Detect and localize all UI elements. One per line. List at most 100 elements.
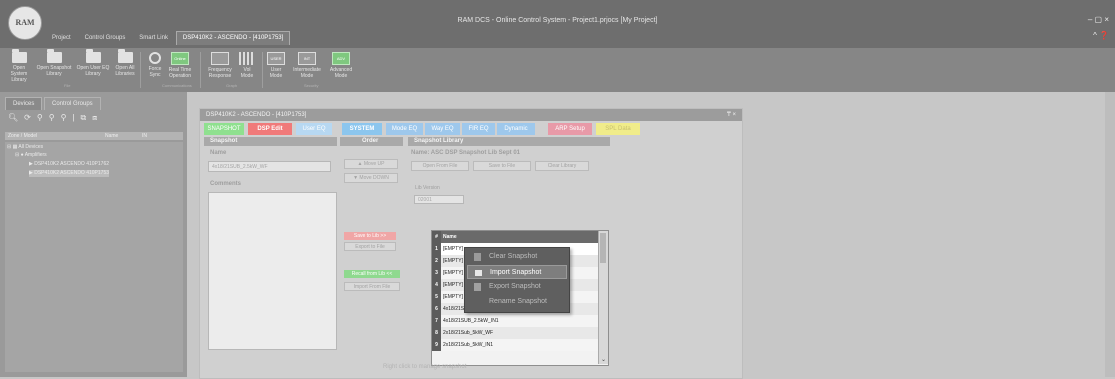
lib-version-label: Lib Version [415, 185, 440, 191]
location-icon[interactable]: ⚲ [37, 113, 43, 122]
tab-snapshot[interactable]: SNAPSHOT [204, 123, 244, 135]
folder-icon [11, 49, 27, 63]
dsp-window-title: DSP410K2 - ASCENDO - [410P1753] [206, 112, 307, 118]
menu-item-clear-snapshot[interactable]: Clear Snapshot [467, 250, 567, 264]
location-icon[interactable]: ⚲ [61, 113, 67, 122]
comments-textarea[interactable] [208, 192, 337, 350]
location-icon[interactable]: ⚲ [49, 113, 55, 122]
group-security-label: Security [304, 83, 319, 88]
devices-toolbar: 🔍︎ ⟳ ⚲ ⚲ ⚲ | ⧉ ⧈ [8, 113, 183, 127]
tree-node-all-devices[interactable]: ⊟ ▦ All Devices [7, 144, 43, 151]
snapshot-name-label: Name [210, 150, 227, 156]
search-icon[interactable]: 🔍︎ [8, 113, 18, 122]
open-user-eq-library-button[interactable]: Open User EQ Library [76, 49, 110, 77]
menu-item-export-snapshot[interactable]: Export Snapshot [467, 280, 567, 294]
table-row[interactable]: 9 2x18/21Sub_5kW_IN1 [432, 339, 598, 351]
user-mode-icon: USER [267, 52, 285, 65]
snapshot-name-field[interactable]: 4x18/21SUB_2.5kW_WF [208, 161, 331, 172]
table-scrollbar[interactable]: ⌄ [598, 231, 608, 364]
menu-tabs: Project Control Groups Smart Link DSP410… [46, 31, 291, 45]
open-all-libraries-button[interactable]: Open All Libraries [112, 49, 138, 77]
dsp-window-controls[interactable]: ₸ × [727, 109, 736, 121]
volume-bars-icon [239, 52, 255, 65]
user-mode-button[interactable]: USER User Mode [266, 52, 286, 79]
tab-fir-eq[interactable]: FIR EQ [462, 123, 495, 135]
tab-dynamic[interactable]: Dynamic [497, 123, 535, 135]
window-controls[interactable]: – ▢ × [1088, 15, 1109, 24]
tab-device[interactable]: DSP410K2 - ASCENDO - [410P1753] [175, 31, 291, 45]
menu-item-import-snapshot[interactable]: Import Snapshot [467, 265, 567, 279]
real-time-operation-button[interactable]: Online Real Time Operation [166, 52, 194, 79]
advanced-mode-button[interactable]: ADV Advanced Mode [328, 52, 354, 79]
tab-spl-data[interactable]: SPL Data [596, 123, 640, 135]
clear-icon [474, 253, 481, 261]
column-number: # [432, 231, 441, 243]
chevron-down-icon[interactable]: ⌄ [599, 356, 608, 363]
open-system-library-button[interactable]: Open System Library [4, 49, 34, 83]
column-name: Name [443, 234, 457, 240]
import-from-file-button[interactable]: Import From File [344, 282, 400, 291]
menu-item-rename-snapshot[interactable]: Rename Snapshot [467, 295, 567, 309]
tab-system[interactable]: SYSTEM [342, 123, 382, 135]
right-scrollbar[interactable] [1105, 92, 1115, 377]
open-snapshot-library-button[interactable]: Open Snapshot Library [36, 49, 72, 77]
recall-from-lib-button[interactable]: Recall from Lib << [344, 270, 400, 278]
move-down-button[interactable]: ▼ Move DOWN [344, 173, 398, 183]
tree-node-amplifiers[interactable]: ⊟ ● Amplifiers [15, 152, 47, 159]
title-bar: RAM RAM DCS - Online Control System - Pr… [0, 0, 1115, 48]
tab-user-eq[interactable]: User EQ [296, 123, 332, 135]
folder-icon [85, 49, 101, 63]
app-title: RAM DCS - Online Control System - Projec… [457, 17, 658, 24]
save-icon [474, 283, 481, 291]
refresh-icon[interactable]: ⟳ [24, 113, 31, 122]
tab-project[interactable]: Project [46, 32, 77, 45]
device-list-header: Zone / Model Name IN [5, 132, 183, 140]
column-name[interactable]: Name [105, 132, 118, 140]
lib-version-field: 02001 [414, 195, 464, 204]
help-controls[interactable]: ^ ❓ [1093, 31, 1109, 40]
advanced-mode-icon: ADV [332, 52, 350, 65]
tree-node-device-selected[interactable]: ▶ DSP410K2 ASCENDO 410P1753 [29, 170, 110, 177]
online-icon: Online [171, 52, 189, 65]
open-from-file-button[interactable]: Open From File [411, 161, 469, 171]
scrollbar-thumb[interactable] [600, 233, 606, 263]
table-header-row: # Name [432, 231, 598, 243]
group-file-label: File [64, 83, 71, 88]
dsp-tab-bar: SNAPSHOT DSP Edit User EQ SYSTEM Mode EQ… [204, 123, 740, 135]
group-communications-label: Communications [162, 83, 192, 88]
dsp-window: DSP410K2 - ASCENDO - [410P1753] ₸ × SNAP… [199, 108, 743, 379]
clear-library-button[interactable]: Clear Library [535, 161, 589, 171]
column-zone-model[interactable]: Zone / Model [8, 132, 37, 140]
tab-dsp-edit[interactable]: DSP Edit [248, 123, 292, 135]
tab-control-groups-panel[interactable]: Control Groups [44, 97, 101, 110]
ungroup-icon[interactable]: ⧈ [92, 113, 97, 122]
tab-control-groups[interactable]: Control Groups [79, 32, 132, 45]
toolbar-separator-icon: | [72, 113, 75, 122]
folder-icon [46, 49, 62, 63]
tab-devices[interactable]: Devices [5, 97, 43, 110]
move-up-button[interactable]: ▲ Move UP [344, 159, 398, 169]
force-sync-button[interactable]: Force Sync [146, 52, 164, 78]
table-row[interactable]: 7 4x18/21SUB_2.5kW_IN1 [432, 315, 598, 327]
sync-icon [149, 52, 161, 64]
column-in[interactable]: IN [142, 132, 147, 140]
devices-panel: Devices Control Groups 🔍︎ ⟳ ⚲ ⚲ ⚲ | ⧉ ⧈ Zone / … [0, 92, 187, 377]
tab-arp-setup[interactable]: ARP Setup [548, 123, 592, 135]
snapshot-section-header: Snapshot [204, 137, 337, 146]
export-to-file-button[interactable]: Export to File [344, 242, 396, 251]
intermediate-mode-button[interactable]: INT Intermediate Mode [288, 52, 326, 79]
save-to-file-button[interactable]: Save to File [473, 161, 531, 171]
tree-node-device[interactable]: ▶ DSP410K2 ASCENDO 410P1762 [29, 161, 109, 168]
table-row[interactable]: 8 2x18/21Sub_5kW_WF [432, 327, 598, 339]
tab-way-eq[interactable]: Way EQ [425, 123, 460, 135]
dsp-window-titlebar: DSP410K2 - ASCENDO - [410P1753] ₸ × [200, 109, 742, 121]
tab-mode-eq[interactable]: Mode EQ [386, 123, 423, 135]
frequency-response-button[interactable]: Frequency Response [206, 52, 234, 79]
folder-icon [475, 270, 482, 276]
vol-mode-button[interactable]: Vol Mode [238, 52, 256, 79]
library-section-header: Snapshot Library [408, 137, 610, 146]
group-icon[interactable]: ⧉ [81, 113, 87, 122]
tab-smart-link[interactable]: Smart Link [133, 32, 174, 45]
ribbon: Open System Library Open Snapshot Library … [0, 48, 1115, 92]
save-to-lib-button[interactable]: Save to Lib >> [344, 232, 396, 240]
